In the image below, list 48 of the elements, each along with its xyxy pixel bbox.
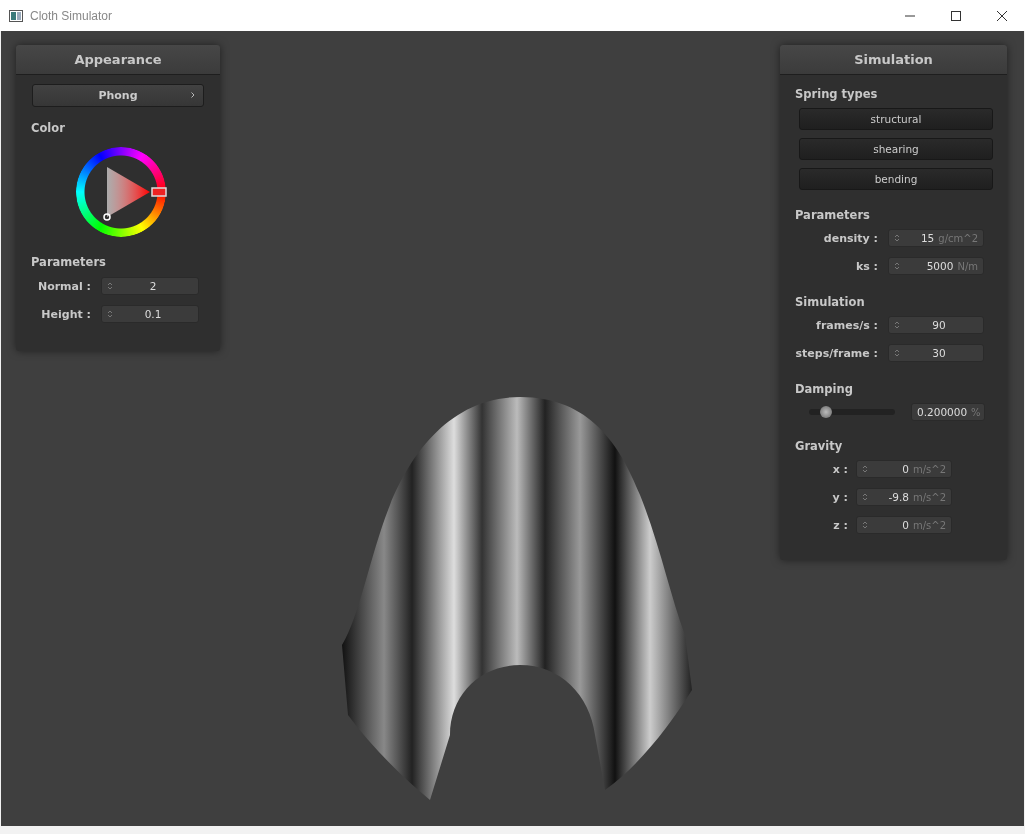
- field-label: y :: [831, 490, 848, 504]
- field-label: Normal :: [36, 279, 91, 293]
- spinner-icon[interactable]: [862, 492, 868, 502]
- section-label: Damping: [795, 382, 854, 396]
- spinner-icon[interactable]: [107, 309, 113, 319]
- number-field[interactable]: 30: [888, 344, 984, 362]
- section-label: Gravity: [795, 439, 844, 453]
- number-field[interactable]: 2: [101, 277, 199, 295]
- 3d-viewport[interactable]: [1, 31, 1024, 826]
- field-label: Height :: [40, 307, 91, 321]
- field-label: ks :: [854, 259, 878, 273]
- spinner-icon[interactable]: [894, 320, 900, 330]
- spring-type-button[interactable]: structural: [799, 108, 993, 130]
- section-label: Color: [31, 121, 66, 135]
- number-field[interactable]: 0 m/s^2: [856, 516, 952, 534]
- spinner-icon[interactable]: [107, 281, 113, 291]
- maximize-icon[interactable]: [950, 9, 962, 22]
- spinner-icon[interactable]: [894, 261, 900, 271]
- close-icon[interactable]: [996, 9, 1008, 22]
- section-label: Simulation: [795, 295, 866, 309]
- field-label: x :: [831, 462, 848, 476]
- window-icon: [9, 9, 23, 22]
- field-label: frames/s :: [815, 318, 878, 332]
- section-label: Spring types: [795, 87, 879, 101]
- chevron-icon: [191, 92, 195, 98]
- field-label: z :: [832, 518, 848, 532]
- number-field[interactable]: 0 m/s^2: [856, 460, 952, 478]
- field-label: steps/frame :: [795, 346, 878, 360]
- section-label: Parameters: [795, 208, 871, 222]
- number-field[interactable]: -9.8 m/s^2: [856, 488, 952, 506]
- section-label: Parameters: [31, 255, 107, 269]
- panel-header: Simulation: [780, 45, 1007, 75]
- spinner-icon[interactable]: [862, 464, 868, 474]
- spring-type-button[interactable]: bending: [799, 168, 993, 190]
- number-field[interactable]: 0.200000 %: [911, 403, 985, 421]
- spinner-icon[interactable]: [894, 233, 900, 243]
- spinner-icon[interactable]: [894, 348, 900, 358]
- spring-type-button[interactable]: shearing: [799, 138, 993, 160]
- number-field[interactable]: 15 g/cm^2: [888, 229, 984, 247]
- spinner-icon[interactable]: [862, 520, 868, 530]
- number-field[interactable]: 0.1: [101, 305, 199, 323]
- damping-slider[interactable]: [809, 409, 895, 415]
- panel-header: Appearance: [16, 45, 220, 75]
- field-label: density :: [822, 231, 878, 245]
- number-field[interactable]: 90: [888, 316, 984, 334]
- number-field[interactable]: 5000 N/m: [888, 257, 984, 275]
- window-title: Cloth Simulator: [30, 8, 113, 23]
- shading-dropdown[interactable]: Phong: [32, 84, 204, 107]
